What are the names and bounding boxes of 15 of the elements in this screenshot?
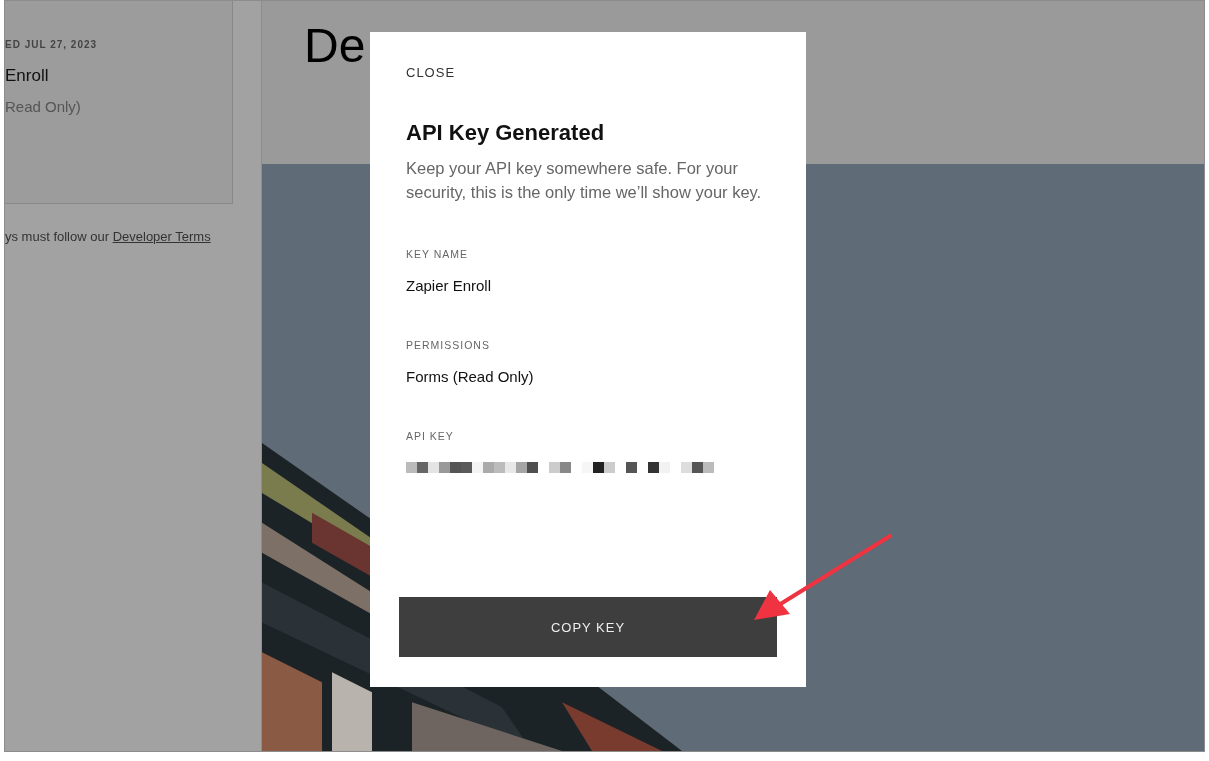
card-date: ED JUL 27, 2023 xyxy=(5,39,99,50)
field-label: KEY NAME xyxy=(406,248,469,260)
card-title: Enroll xyxy=(5,66,50,86)
field-label: API KEY xyxy=(406,430,454,442)
field-label: PERMISSIONS xyxy=(406,339,490,351)
modal-description: Keep your API key somewhere safe. For your security, this is the only time we’ll show your key. xyxy=(406,158,763,203)
copy-key-button[interactable]: COPY KEY xyxy=(399,597,777,657)
field-value: Forms (Read Only) xyxy=(406,368,534,385)
card-permissions: Read Only) xyxy=(5,98,82,115)
field-value: Zapier Enroll xyxy=(406,277,492,294)
terms-note: ys must follow our Developer Terms xyxy=(5,229,212,244)
developer-terms-link[interactable]: Developer Terms xyxy=(112,229,211,244)
modal-title: API Key Generated xyxy=(406,120,605,146)
page-heading: De xyxy=(304,18,366,74)
close-button[interactable]: CLOSE xyxy=(406,65,456,80)
